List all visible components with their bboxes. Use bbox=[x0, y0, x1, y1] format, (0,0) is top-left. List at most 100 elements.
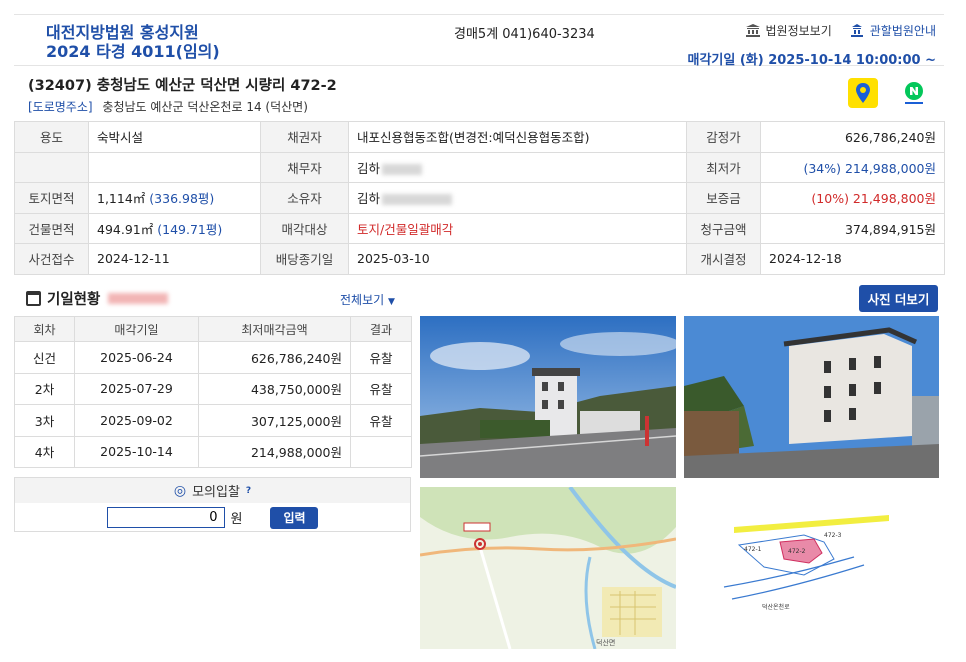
more-photos-button[interactable]: 사진 더보기 bbox=[859, 285, 938, 312]
map-pin-icon bbox=[856, 83, 870, 103]
case-header: 대전지방법원 홍성지원 2024 타경 4011(임의) 경매5계 041)64… bbox=[14, 14, 944, 68]
table-row: 사건접수 2024-12-11 배당종기일 2025-03-10 개시결정 20… bbox=[14, 243, 945, 275]
department-phone: 경매5계 041)640-3234 bbox=[454, 27, 595, 42]
col-round: 회차 bbox=[14, 316, 75, 342]
naver-map-icon bbox=[905, 82, 923, 104]
enter-button[interactable]: 입력 bbox=[270, 506, 319, 529]
min-price-label: 최저가 bbox=[686, 151, 761, 183]
distribution-value: 2025-03-10 bbox=[348, 243, 687, 275]
mock-bid-unit: 원 bbox=[230, 512, 243, 527]
road-address: [도로명주소] 충청남도 예산군 덕산온천로 14 (덕산면) bbox=[28, 98, 308, 115]
jurisdiction-guide-label: 관할법원안내 bbox=[869, 24, 936, 38]
price-cell: 214,988,000원 bbox=[198, 435, 351, 468]
kakao-map-button[interactable] bbox=[848, 78, 878, 108]
creditor-label: 채권자 bbox=[260, 121, 349, 153]
debtor-value: 김하 bbox=[357, 160, 381, 176]
history-title: 기일현황 bbox=[47, 292, 101, 308]
table-row: 4차 2025-10-14 214,988,000원 bbox=[14, 435, 412, 468]
table-row: 3차 2025-09-02 307,125,000원 유찰 bbox=[14, 404, 412, 437]
owner-label: 소유자 bbox=[260, 182, 349, 214]
calendar-icon bbox=[26, 291, 41, 306]
filed-label: 사건접수 bbox=[14, 243, 89, 275]
result-cell bbox=[350, 435, 412, 468]
filed-value: 2024-12-11 bbox=[88, 243, 261, 275]
target-icon: ◎ bbox=[173, 482, 187, 499]
debtor-cell: 김하 bbox=[348, 151, 687, 183]
road-address-tag: [도로명주소] bbox=[28, 100, 93, 114]
use-value: 숙박시설 bbox=[88, 121, 261, 153]
mock-bid-panel: ◎ 모의입찰 ? 원 입력 bbox=[14, 477, 411, 532]
use-label: 용도 bbox=[14, 121, 89, 153]
round-cell: 4차 bbox=[14, 435, 75, 468]
history-header: 기일현황 bbox=[26, 288, 169, 309]
map-place-label: 덕산면 bbox=[596, 638, 615, 647]
debtor-label: 채무자 bbox=[260, 151, 349, 183]
history-table: 회차 매각기일 최저매각금액 결과 신건 2025-06-24 626,786,… bbox=[14, 316, 412, 468]
table-row: 2차 2025-07-29 438,750,000원 유찰 bbox=[14, 372, 412, 405]
help-icon[interactable]: ? bbox=[246, 486, 251, 496]
property-photo-front[interactable] bbox=[420, 316, 676, 478]
building-area-value: 494.91㎡ bbox=[97, 221, 154, 237]
sale-date: 매각기일 (화) 2025-10-14 10:00:00 ~ bbox=[687, 53, 936, 68]
cadastral-plan-drawing: 472-2 472-3 472-1 덕산온천로 bbox=[684, 487, 939, 649]
result-cell: 유찰 bbox=[350, 341, 412, 374]
mock-bid-header: ◎ 모의입찰 ? bbox=[15, 478, 410, 503]
property-photo-side[interactable] bbox=[684, 316, 939, 478]
case-info-table: 용도 숙박시설 채권자 내포신용협동조합(변경전:예덕신용협동조합) 감정가 6… bbox=[14, 121, 945, 275]
round-cell: 신건 bbox=[14, 341, 75, 374]
parcel-label: 472-2 bbox=[788, 548, 806, 555]
redacted-name bbox=[382, 163, 423, 175]
road-label: 덕산온천로 bbox=[762, 603, 790, 611]
creditor-value: 내포신용협동조합(변경전:예덕신용협동조합) bbox=[348, 121, 687, 153]
date-cell: 2025-09-02 bbox=[74, 404, 199, 437]
court-info-link[interactable]: 법원정보보기 bbox=[745, 22, 832, 39]
caret-down-icon: ▼ bbox=[388, 297, 395, 307]
min-price-value: (34%) 214,988,000원 bbox=[760, 151, 945, 183]
result-cell: 유찰 bbox=[350, 372, 412, 405]
date-cell: 2025-07-29 bbox=[74, 372, 199, 405]
mock-bid-title: 모의입찰 bbox=[192, 485, 240, 500]
building-side-image bbox=[684, 316, 939, 478]
table-row: 채무자 김하 최저가 (34%) 214,988,000원 bbox=[14, 151, 945, 183]
redacted-text bbox=[108, 293, 169, 304]
header-links: 법원정보보기 관할법원안내 bbox=[745, 22, 936, 39]
mock-bid-input[interactable] bbox=[106, 507, 225, 528]
date-cell: 2025-06-24 bbox=[74, 341, 199, 374]
round-cell: 2차 bbox=[14, 372, 75, 405]
jurisdiction-guide-link[interactable]: 관할법원안내 bbox=[850, 22, 936, 39]
col-date: 매각기일 bbox=[74, 316, 199, 342]
mock-bid-body: 원 입력 bbox=[15, 503, 410, 532]
empty-cell bbox=[14, 151, 89, 183]
property-address: (32407) 충청남도 예산군 덕산면 시량리 472-2 bbox=[28, 78, 337, 94]
case-number: 2024 타경 4011(임의) bbox=[46, 42, 220, 61]
location-map-image[interactable]: 덕산면 bbox=[420, 487, 676, 649]
cadastral-plan-image[interactable]: 472-2 472-3 472-1 덕산온천로 bbox=[684, 487, 939, 649]
date-cell: 2025-10-14 bbox=[74, 435, 199, 468]
location-map-drawing: 덕산면 bbox=[420, 487, 676, 649]
land-area-cell: 1,114㎡ (336.98평) bbox=[88, 182, 261, 214]
sale-target-label: 매각대상 bbox=[260, 212, 349, 244]
view-all-label: 전체보기 bbox=[340, 293, 385, 307]
table-row: 건물면적 494.91㎡ (149.71평) 매각대상 토지/건물일괄매각 청구… bbox=[14, 212, 945, 244]
empty-cell bbox=[88, 151, 261, 183]
naver-map-button[interactable] bbox=[899, 78, 929, 108]
building-area-cell: 494.91㎡ (149.71평) bbox=[88, 212, 261, 244]
building-area-pyeong: (149.71평) bbox=[157, 221, 223, 237]
claim-value: 374,894,915원 bbox=[760, 212, 945, 244]
case-title: 대전지방법원 홍성지원 2024 타경 4011(임의) bbox=[46, 23, 220, 61]
deposit-value: (10%) 21,498,800원 bbox=[760, 182, 945, 214]
col-result: 결과 bbox=[350, 316, 412, 342]
owner-value: 김하 bbox=[357, 191, 381, 207]
view-all-dropdown[interactable]: 전체보기 ▼ bbox=[340, 291, 395, 308]
redacted-name bbox=[382, 194, 453, 206]
table-row: 토지면적 1,114㎡ (336.98평) 소유자 김하 보증금 (10%) 2… bbox=[14, 182, 945, 214]
price-cell: 626,786,240원 bbox=[198, 341, 351, 374]
land-area-label: 토지면적 bbox=[14, 182, 89, 214]
parcel-label: 472-1 bbox=[744, 546, 762, 553]
road-address-text: 충청남도 예산군 덕산온천로 14 (덕산면) bbox=[102, 100, 308, 114]
owner-cell: 김하 bbox=[348, 182, 687, 214]
table-header-row: 회차 매각기일 최저매각금액 결과 bbox=[14, 316, 412, 342]
price-cell: 438,750,000원 bbox=[198, 372, 351, 405]
col-price: 최저매각금액 bbox=[198, 316, 351, 342]
start-label: 개시결정 bbox=[686, 243, 761, 275]
